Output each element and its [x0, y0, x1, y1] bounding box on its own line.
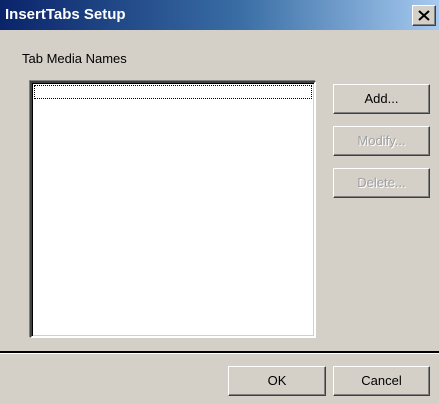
close-icon — [418, 10, 430, 21]
list-focus-row[interactable] — [34, 85, 312, 99]
tab-media-names-list[interactable] — [30, 81, 316, 338]
setup-dialog: InsertTabs Setup Tab Media Names Add... … — [0, 0, 439, 404]
ok-button[interactable]: OK — [228, 366, 326, 396]
title-bar[interactable]: InsertTabs Setup — [0, 0, 439, 30]
close-button[interactable] — [412, 5, 436, 26]
cancel-button[interactable]: Cancel — [333, 366, 430, 396]
add-button[interactable]: Add... — [333, 84, 430, 114]
footer-separator — [0, 351, 439, 354]
tab-media-names-label: Tab Media Names — [22, 51, 127, 66]
modify-button[interactable]: Modify... — [333, 126, 430, 156]
window-title: InsertTabs Setup — [5, 6, 126, 23]
delete-button[interactable]: Delete... — [333, 168, 430, 198]
